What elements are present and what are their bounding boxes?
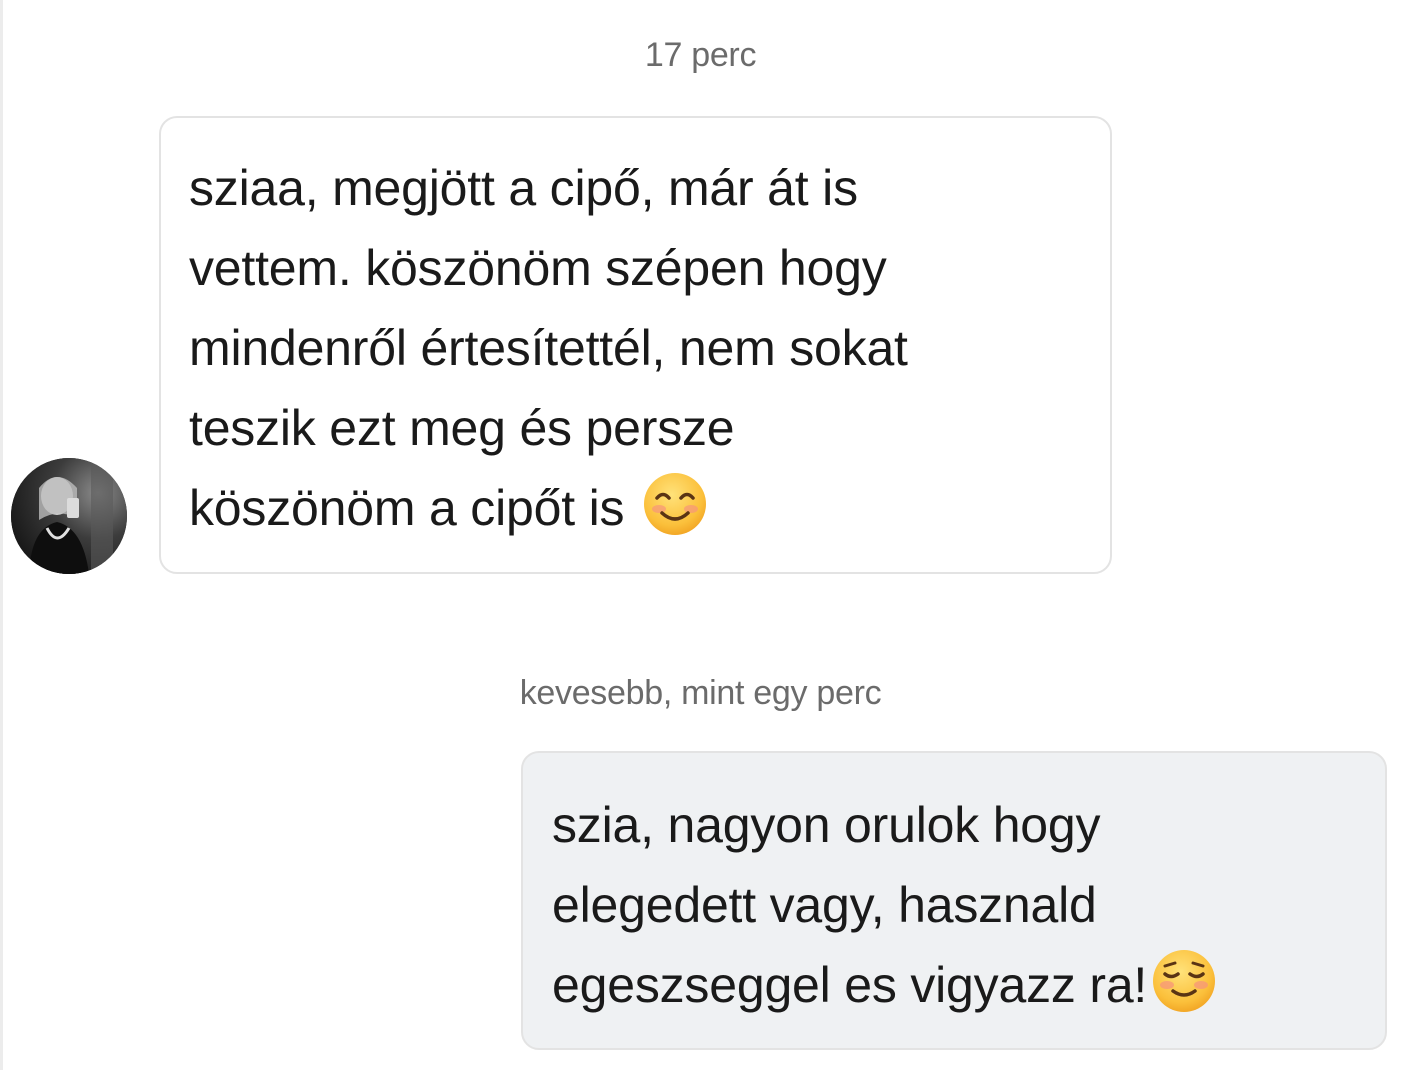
message-line-text: köszönöm a cipőt is xyxy=(189,480,625,536)
outgoing-message-bubble[interactable]: szia, nagyon orulok hogy elegedett vagy,… xyxy=(521,751,1387,1050)
smiling-face-icon xyxy=(1151,948,1217,1014)
message-timestamp: kevesebb, mint egy perc xyxy=(519,674,882,712)
smiling-face-with-smiling-eyes-icon xyxy=(642,471,708,537)
message-line: elegedett vagy, hasznald xyxy=(552,877,1097,933)
message-line-text: egeszseggel es vigyazz ra! xyxy=(552,957,1148,1013)
avatar-photo-icon xyxy=(11,458,127,574)
message-line: mindenről értesítettél, nem sokat xyxy=(189,320,908,376)
message-line-with-emoji: köszönöm a cipőt is xyxy=(189,468,1090,548)
message-timestamp: 17 perc xyxy=(644,36,757,74)
avatar[interactable] xyxy=(11,458,127,574)
message-line: sziaa, megjött a cipő, már át is xyxy=(189,160,858,216)
left-edge-divider xyxy=(0,0,3,1070)
message-line-with-emoji: egeszseggel es vigyazz ra! xyxy=(552,945,1365,1025)
message-line: teszik ezt meg és persze xyxy=(189,400,735,456)
message-line: szia, nagyon orulok hogy xyxy=(552,797,1101,853)
incoming-message-bubble[interactable]: sziaa, megjött a cipő, már át is vettem.… xyxy=(159,116,1112,574)
message-line: vettem. köszönöm szépen hogy xyxy=(189,240,887,296)
